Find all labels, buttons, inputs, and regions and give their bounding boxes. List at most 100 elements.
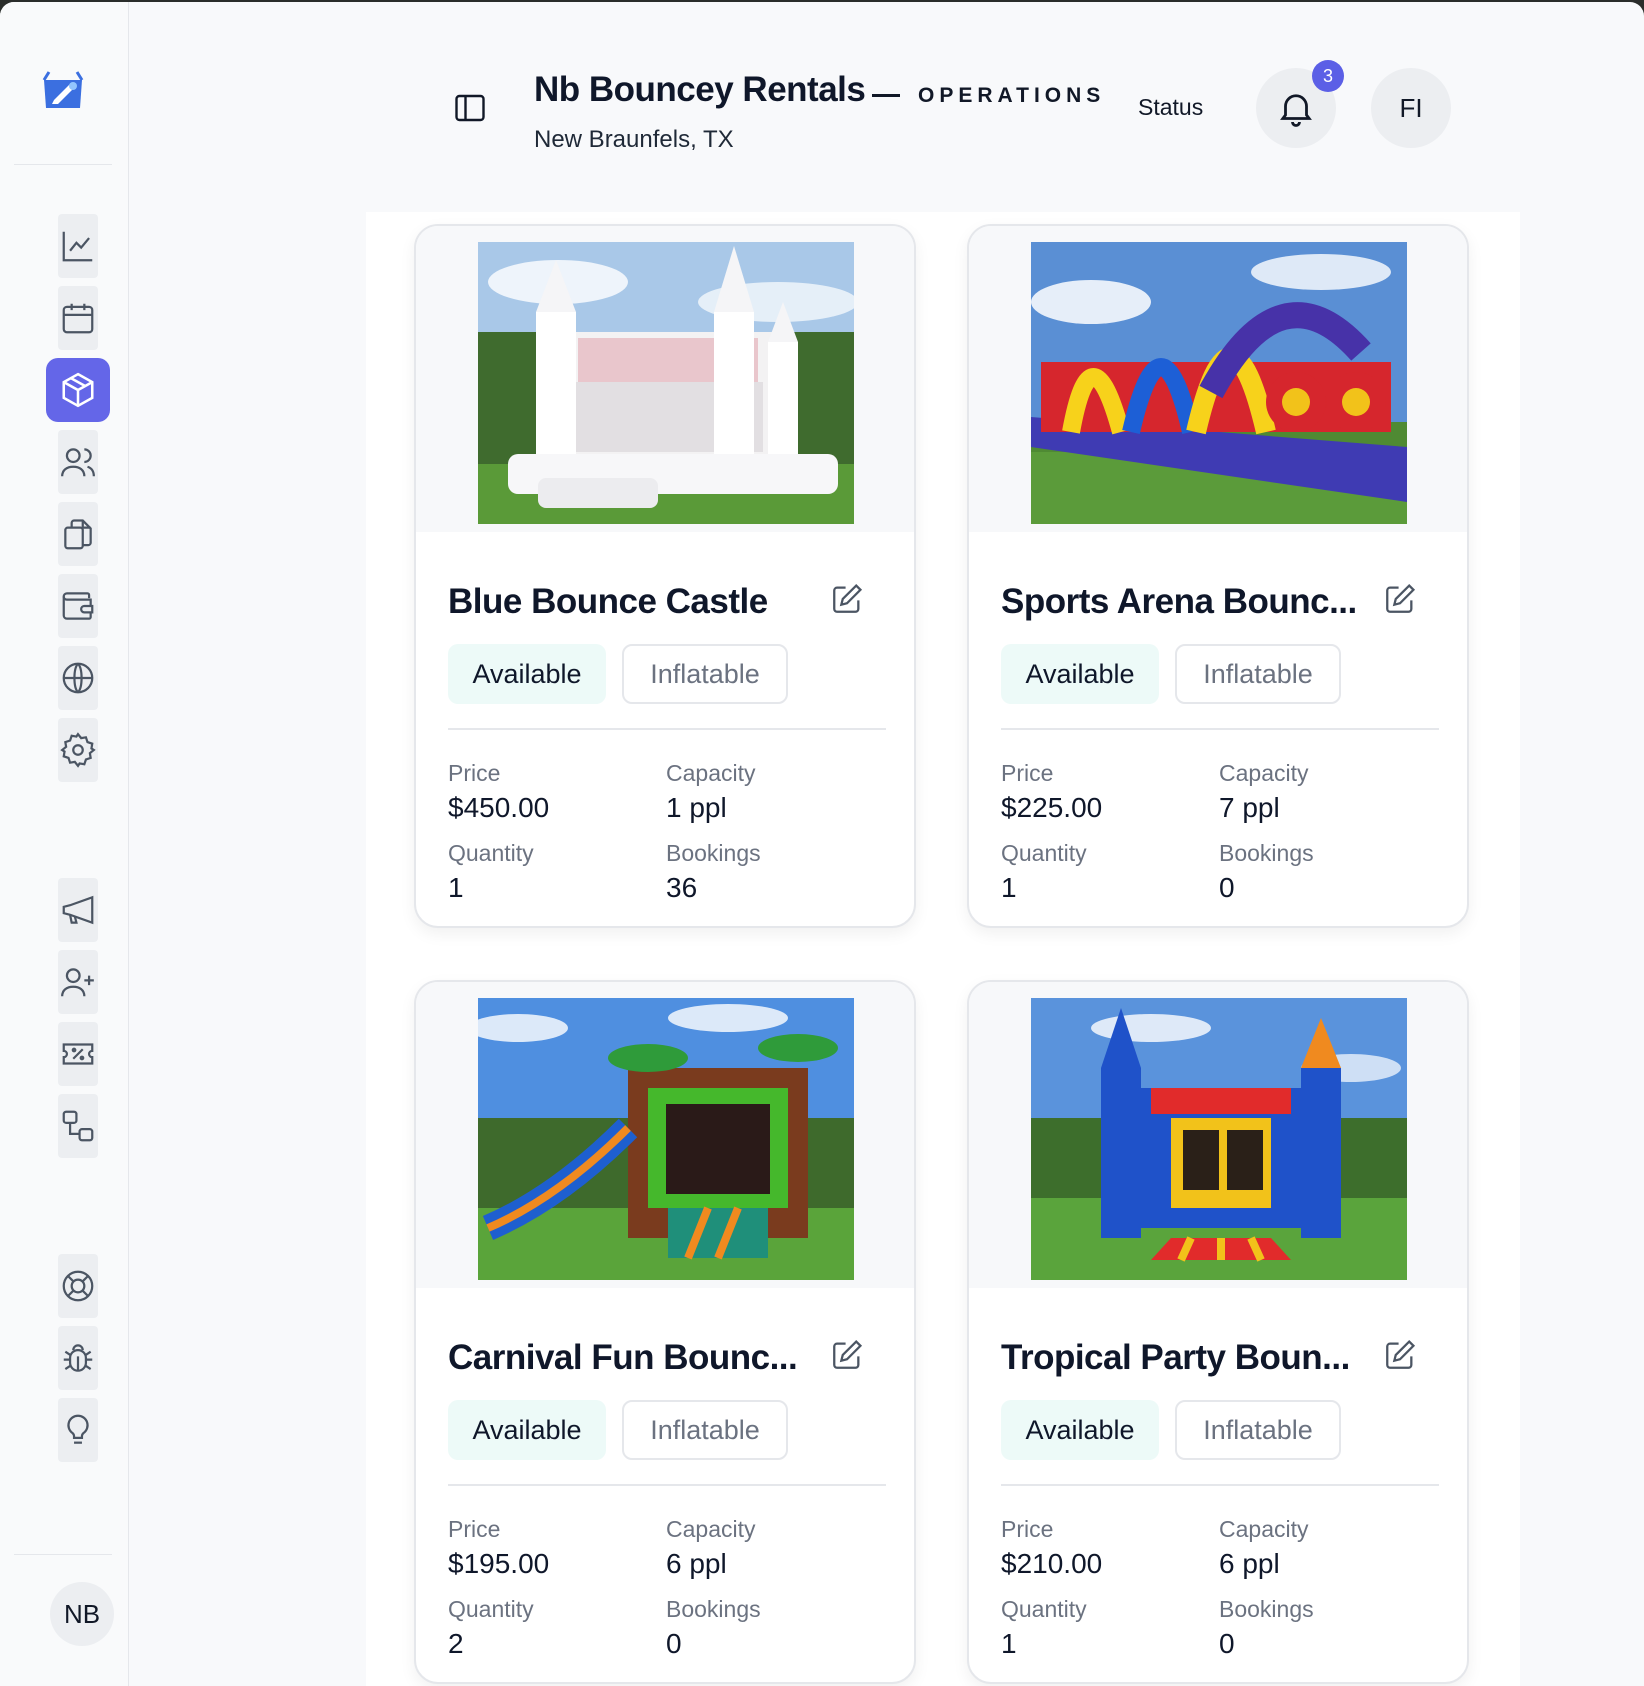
capacity-label: Capacity xyxy=(1219,1516,1309,1542)
add-user-icon xyxy=(61,968,94,997)
product-image xyxy=(1031,242,1407,524)
bookings-label: Bookings xyxy=(666,1596,761,1622)
edit-icon[interactable] xyxy=(830,582,864,616)
sidebar-item-wallet[interactable] xyxy=(58,574,98,638)
sidebar-item-customers[interactable] xyxy=(58,430,98,494)
bell-icon xyxy=(1280,94,1312,127)
documents-icon xyxy=(64,519,92,550)
app-logo-icon[interactable] xyxy=(40,70,86,112)
globe-icon xyxy=(62,662,94,694)
price-value: $225.00 xyxy=(1001,792,1103,823)
product-title: Sports Arena Bounc... xyxy=(1001,582,1357,621)
quantity-label: Quantity xyxy=(448,840,534,866)
users-icon xyxy=(61,448,95,477)
card-divider xyxy=(1001,1484,1439,1486)
quantity-value: 1 xyxy=(448,872,464,903)
business-location: New Braunfels, TX xyxy=(534,126,734,153)
price-value: $210.00 xyxy=(1001,1548,1103,1579)
sidebar-item-inventory[interactable] xyxy=(46,358,110,422)
user-menu-button[interactable]: FI xyxy=(1371,68,1451,148)
sidebar-item-discounts[interactable] xyxy=(58,1022,98,1086)
sidebar-item-analytics[interactable] xyxy=(58,214,98,278)
workflow-icon xyxy=(62,1110,94,1142)
capacity-label: Capacity xyxy=(666,760,756,786)
bookings-label: Bookings xyxy=(1219,1596,1314,1622)
sidebar-item-ideas[interactable] xyxy=(58,1398,98,1462)
analytics-icon xyxy=(62,231,93,262)
capacity-value: 1 ppl xyxy=(666,792,727,823)
sidebar-divider xyxy=(14,164,112,165)
megaphone-icon xyxy=(62,895,94,925)
capacity-value: 6 ppl xyxy=(1219,1548,1280,1579)
sidebar-item-marketing[interactable] xyxy=(58,878,98,942)
sidebar-item-documents[interactable] xyxy=(58,502,98,566)
sidebar-toggle-icon[interactable] xyxy=(452,90,488,126)
bookings-label: Bookings xyxy=(666,840,761,866)
bookings-value: 0 xyxy=(1219,1628,1235,1659)
quantity-label: Quantity xyxy=(1001,840,1087,866)
sidebar-item-website[interactable] xyxy=(58,646,98,710)
notification-count-badge: 3 xyxy=(1312,60,1344,92)
sidebar-item-settings[interactable] xyxy=(58,718,98,782)
sidebar-item-report-bug[interactable] xyxy=(58,1326,98,1390)
price-value: $450.00 xyxy=(448,792,550,823)
bug-icon xyxy=(63,1344,93,1372)
product-image xyxy=(478,998,854,1280)
status-badge: Available xyxy=(1001,644,1159,704)
sidebar-item-add-user[interactable] xyxy=(58,950,98,1014)
status-badge: Available xyxy=(1001,1400,1159,1460)
product-title: Tropical Party Boun... xyxy=(1001,1338,1350,1377)
status-link[interactable]: Status xyxy=(1138,94,1203,121)
quantity-value: 2 xyxy=(448,1628,464,1659)
product-card[interactable]: Blue Bounce Castle Available Inflatable … xyxy=(414,224,916,928)
sidebar-item-help[interactable] xyxy=(58,1254,98,1318)
edit-icon[interactable] xyxy=(830,1338,864,1372)
product-image-area xyxy=(416,226,914,532)
edit-icon[interactable] xyxy=(1383,1338,1417,1372)
gear-icon xyxy=(60,732,96,768)
lightbulb-icon xyxy=(67,1414,89,1444)
app-window: NB Nb Bouncey Rentals OPERATIONS New Bra… xyxy=(0,2,1644,1686)
product-card[interactable]: Tropical Party Boun... Available Inflata… xyxy=(967,980,1469,1684)
product-title: Blue Bounce Castle xyxy=(448,582,768,621)
product-image xyxy=(1031,998,1407,1280)
capacity-value: 6 ppl xyxy=(666,1548,727,1579)
sidebar-item-calendar[interactable] xyxy=(58,286,98,350)
card-divider xyxy=(448,728,886,730)
card-divider xyxy=(1001,728,1439,730)
product-image-area xyxy=(416,982,914,1288)
bookings-value: 0 xyxy=(666,1628,682,1659)
capacity-label: Capacity xyxy=(666,1516,756,1542)
section-label: OPERATIONS xyxy=(918,84,1106,107)
bookings-value: 0 xyxy=(1219,872,1235,903)
category-badge: Inflatable xyxy=(1175,644,1341,704)
product-title: Carnival Fun Bounc... xyxy=(448,1338,798,1377)
sidebar-divider xyxy=(14,1554,112,1555)
status-badge: Available xyxy=(448,1400,606,1460)
price-label: Price xyxy=(1001,1516,1054,1542)
edit-icon[interactable] xyxy=(1383,582,1417,616)
product-image xyxy=(478,242,854,524)
price-value: $195.00 xyxy=(448,1548,550,1579)
bookings-value: 36 xyxy=(666,872,698,903)
quantity-value: 1 xyxy=(1001,1628,1017,1659)
sidebar-item-workflows[interactable] xyxy=(58,1094,98,1158)
product-card[interactable]: Carnival Fun Bounc... Available Inflatab… xyxy=(414,980,916,1684)
status-badge: Available xyxy=(448,644,606,704)
lifebuoy-icon xyxy=(62,1270,94,1302)
calendar-icon xyxy=(62,303,94,334)
quantity-value: 1 xyxy=(1001,872,1017,903)
bookings-label: Bookings xyxy=(1219,840,1314,866)
business-name: Nb Bouncey Rentals xyxy=(534,70,866,109)
product-image-area xyxy=(969,226,1467,532)
card-divider xyxy=(448,1484,886,1486)
wallet-icon xyxy=(62,592,94,620)
product-card[interactable]: Sports Arena Bounc... Available Inflatab… xyxy=(967,224,1469,928)
ticket-icon xyxy=(62,1043,94,1065)
box-icon xyxy=(62,372,94,408)
account-avatar[interactable]: NB xyxy=(50,1582,114,1646)
category-badge: Inflatable xyxy=(622,644,788,704)
title-separator xyxy=(872,94,900,97)
sidebar: NB xyxy=(0,2,129,1686)
quantity-label: Quantity xyxy=(448,1596,534,1622)
